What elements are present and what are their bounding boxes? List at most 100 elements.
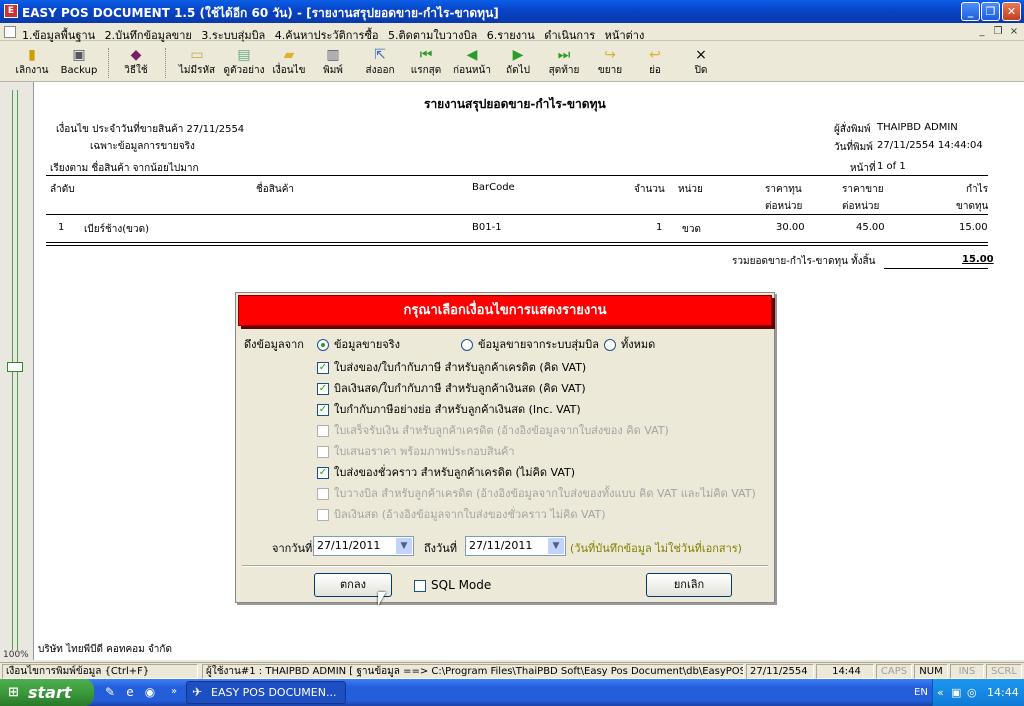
expand-arrow-icon: ↪ — [604, 47, 616, 63]
window-title: EASY POS DOCUMENT 1.5 (ใช้ได้อีก 60 วัน)… — [22, 6, 499, 20]
checkbox-short-tax-invoice[interactable]: ✓ ใบกำกับภาษีอย่างย่อ สำหรับลูกค้าเงินสด … — [317, 400, 581, 418]
expand-button[interactable]: ↪ ขยาย — [592, 46, 628, 80]
start-label: start — [28, 683, 72, 702]
menu-track-billing[interactable]: 5.ติดตามใบวางบิล — [388, 29, 477, 42]
chevron-down-icon[interactable]: ▼ — [548, 538, 564, 554]
close-report-button[interactable]: × ปิด — [686, 46, 716, 80]
from-date-picker[interactable]: 27/11/2011 ▼ — [313, 536, 414, 556]
export-button[interactable]: ⇱ ส่งออก — [360, 46, 400, 80]
condition-button[interactable]: ▰ เงื่อนไข — [270, 46, 308, 80]
radio-random-bill-label: ข้อมูลขายจากระบบสุ่มบิล — [478, 338, 600, 351]
prev-page-icon: ◀ — [466, 47, 478, 63]
mdi-close-button[interactable]: × — [1008, 26, 1020, 38]
menu-window[interactable]: หน้าต่าง — [605, 29, 645, 42]
preview-button[interactable]: ▤ ดูตัวอย่าง — [222, 46, 266, 80]
print-button[interactable]: ▥ พิมพ์ — [316, 46, 350, 80]
checkbox-checked[interactable]: ✓ — [317, 467, 329, 479]
tray-update-icon[interactable]: ◎ — [967, 679, 977, 706]
checkbox-label: ใบเสนอราคา พร้อมภาพประกอบสินค้า — [334, 445, 515, 458]
tray-network-icon[interactable]: ▣ — [951, 679, 961, 706]
quicklaunch-paint-icon[interactable]: ✎ — [102, 684, 118, 700]
menu-record-sales[interactable]: 2.บันทึกข้อมูลขาย — [105, 29, 192, 42]
menu-reports[interactable]: 6.รายงาน — [487, 29, 535, 42]
cancel-button[interactable]: ยกเลิก — [646, 573, 732, 597]
printer-icon: ▥ — [326, 47, 340, 63]
to-date-picker[interactable]: 27/11/2011 ▼ — [465, 536, 566, 556]
windows-logo-icon: ⊞ — [8, 685, 19, 700]
col-cost: ราคาทุน — [765, 184, 802, 195]
start-button[interactable]: ⊞ start — [0, 679, 94, 706]
checkbox-checked[interactable]: ✓ — [317, 362, 329, 374]
ruler-marker[interactable] — [7, 362, 23, 372]
col-price-per-unit: ต่อหน่วย — [842, 201, 880, 212]
tray-expand-icon[interactable]: « — [937, 679, 944, 706]
mdi-restore-button[interactable]: ❐ — [992, 26, 1004, 38]
exit-button[interactable]: ▮ เลิกงาน — [12, 46, 52, 80]
status-user-db: ผู้ใช้งาน#1 : THAIPBD ADMIN [ ฐานข้อมูล … — [202, 664, 744, 679]
checkbox-checked[interactable]: ✓ — [317, 383, 329, 395]
radio-button-selected[interactable] — [317, 339, 329, 351]
total-rule — [884, 268, 988, 269]
checkbox-disabled — [317, 509, 329, 521]
column-rule — [46, 214, 988, 215]
checkbox-unchecked[interactable] — [414, 579, 426, 592]
no-password-button[interactable]: ▭ ไม่มีรหัส — [174, 46, 220, 80]
row-profit: 15.00 — [959, 222, 988, 233]
radio-random-bill[interactable]: ข้อมูลขายจากระบบสุ่มบิล — [461, 335, 599, 353]
export-icon: ⇱ — [374, 47, 386, 63]
zoom-level: 100% — [3, 650, 29, 660]
radio-real-sales[interactable]: ข้อมูลขายจริง — [317, 335, 400, 353]
toolbar-separator — [165, 48, 166, 78]
backup-button[interactable]: ▣ Backup — [58, 46, 100, 80]
language-indicator[interactable]: EN — [914, 679, 928, 706]
taskbar-item-easypos[interactable]: ✈ EASY POS DOCUMEN... — [186, 681, 346, 704]
menu-actions[interactable]: ดำเนินการ — [544, 29, 595, 42]
checkbox-credit-invoice-vat[interactable]: ✓ ใบส่งของ/ใบกำกับภาษี สำหรับลูกค้าเครดิต… — [317, 358, 586, 376]
tray-clock[interactable]: 14:44 — [987, 679, 1019, 706]
sql-mode-checkbox[interactable]: SQL Mode — [414, 578, 491, 592]
col-price: ราคาขาย — [842, 184, 884, 195]
quicklaunch-ie-icon[interactable]: e — [122, 684, 138, 700]
quicklaunch-expand-icon[interactable]: » — [166, 684, 182, 700]
menu-random-bill[interactable]: 3.ระบบสุ่มบิล — [201, 29, 265, 42]
last-page-button[interactable]: ⏭ สุดท้าย — [544, 46, 584, 80]
checkbox-disabled — [317, 488, 329, 500]
menu-basic-data[interactable]: 1.ข้อมูลพื้นฐาน — [22, 29, 95, 42]
col-name: ชื่อสินค้า — [256, 184, 295, 195]
close-button[interactable]: ✕ — [1002, 2, 1021, 21]
page-label: หน้าที่ — [850, 163, 876, 174]
radio-button[interactable] — [461, 339, 473, 351]
menu-purchase-history[interactable]: 4.ค้นหาประวัติการซื้อ — [275, 29, 379, 42]
checkbox-label: ใบกำกับภาษีอย่างย่อ สำหรับลูกค้าเงินสด (… — [334, 403, 581, 416]
checkbox-disabled — [317, 446, 329, 458]
checkbox-cash-bill-vat[interactable]: ✓ บิลเงินสด/ใบกำกับภาษี สำหรับลูกค้าเงินส… — [317, 379, 586, 397]
minimize-button[interactable]: _ — [961, 2, 980, 21]
status-num: NUM — [914, 664, 948, 679]
to-date-value: 27/11/2011 — [469, 539, 533, 552]
status-caps: CAPS — [876, 664, 912, 679]
checkbox-checked[interactable]: ✓ — [317, 404, 329, 416]
taskbar: ⊞ start ✎ e ◉ » ✈ EASY POS DOCUMEN... EN… — [0, 679, 1024, 706]
preview-label: ดูตัวอย่าง — [223, 65, 265, 76]
print-label: พิมพ์ — [323, 65, 343, 76]
col-barcode: BarCode — [472, 182, 515, 193]
howto-button[interactable]: ◆ วิธีใช้ — [118, 46, 154, 80]
next-page-button[interactable]: ▶ ถัดไป — [500, 46, 536, 80]
prev-page-button[interactable]: ◀ ก่อนหน้า — [450, 46, 494, 80]
toolbar: ▮ เลิกงาน ▣ Backup ◆ วิธีใช้ ▭ ไม่มีรหัส… — [0, 42, 1024, 82]
checkbox-temp-delivery[interactable]: ✓ ใบส่งของชั่วคราว สำหรับลูกค้าเครดิต (ไม… — [317, 463, 575, 481]
restore-button[interactable]: ❐ — [981, 2, 1000, 21]
condition-label: เงื่อนไข — [272, 65, 306, 76]
shrink-button[interactable]: ↩ ย่อ — [640, 46, 670, 80]
chevron-down-icon[interactable]: ▼ — [396, 538, 412, 554]
first-page-button[interactable]: ⏮ แรกสุด — [406, 46, 446, 80]
quicklaunch-media-icon[interactable]: ◉ — [142, 684, 158, 700]
radio-button[interactable] — [604, 339, 616, 351]
checkbox-billing-note: ใบวางบิล สำหรับลูกค้าเครดิต (อ้างอิงข้อม… — [317, 484, 756, 502]
mdi-minimize-button[interactable]: _ — [976, 26, 988, 38]
radio-all[interactable]: ทั้งหมด — [604, 335, 655, 353]
checkbox-label: ใบวางบิล สำหรับลูกค้าเครดิต (อ้างอิงข้อม… — [334, 487, 756, 500]
row-name: เบียร์ช้าง(ขวด) — [84, 224, 150, 235]
book-icon: ◆ — [130, 47, 142, 63]
mdi-document-icon[interactable] — [4, 26, 16, 38]
